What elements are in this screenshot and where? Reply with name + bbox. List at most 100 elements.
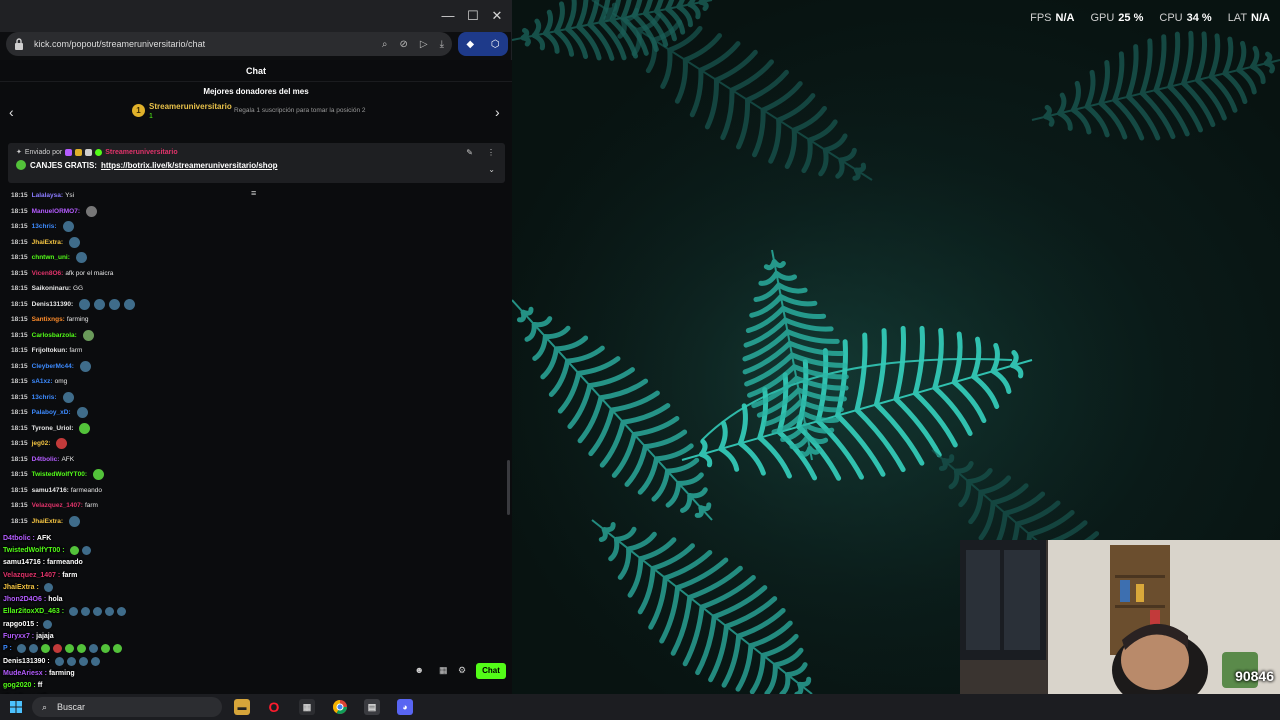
message-text: afk por el maicra — [65, 269, 114, 277]
overlay-text: jajaja — [36, 633, 54, 641]
overlay-username: gog2020 : — [3, 682, 36, 690]
taskbar-search[interactable]: ⌕ Buscar — [32, 697, 222, 717]
vpn-icon[interactable]: ⊘ — [399, 39, 407, 50]
chrome-icon[interactable] — [332, 699, 348, 715]
message-username[interactable]: Frijoltokun: — [32, 347, 68, 354]
message-username[interactable]: D4tbolic: — [32, 456, 60, 463]
search-icon: ⌕ — [42, 701, 48, 712]
lock-icon — [15, 38, 23, 50]
message-username[interactable]: Denis131390: — [32, 301, 74, 308]
store-icon[interactable]: ▦ — [439, 665, 448, 676]
file-explorer-icon[interactable]: ▬ — [234, 699, 250, 715]
send-icon[interactable]: ▷ — [420, 39, 428, 50]
emote-icon — [40, 644, 50, 654]
message-username[interactable]: sA1xz: — [32, 378, 53, 385]
chat-scrollbar[interactable] — [507, 460, 510, 515]
chat-message: 18:15 sA1xz: omg — [11, 374, 512, 390]
chat-message: 18:15 ManuelORMO7: — [11, 204, 512, 220]
extensions-pill[interactable]: ◆ ⬡ — [458, 32, 508, 56]
overlay-username: MudeAriesx : — [3, 669, 47, 677]
message-time: 18:15 — [11, 409, 28, 417]
pinned-link[interactable]: https://botrix.live/k/streameruniversita… — [101, 161, 278, 170]
maximize-button[interactable]: ☐ — [461, 8, 485, 24]
message-text: farm — [69, 347, 83, 355]
message-username[interactable]: ManuelORMO7: — [32, 208, 80, 215]
chat-message: 18:15 Denis131390: — [11, 297, 512, 313]
overlay-chat-line: samu14716 : farmeando — [0, 557, 260, 569]
perf-lat: LAT N/A — [1227, 12, 1270, 24]
overlay-chat-line: Velazquez_1407 : farm — [0, 569, 260, 581]
pinned-sender[interactable]: Streameruniversitario — [105, 149, 177, 156]
message-username[interactable]: Saikoninaru: — [32, 285, 71, 292]
extension-diamond-icon[interactable]: ◆ — [466, 39, 474, 50]
overlay-username: Jhon2D4O6 : — [3, 596, 47, 604]
calculator-icon[interactable]: ▤ — [364, 699, 380, 715]
chat-message: 18:15 Palaboy_xD: — [11, 405, 512, 421]
message-username[interactable]: Vicen8O6: — [32, 270, 64, 277]
minimize-button[interactable]: — — [436, 8, 460, 23]
zoom-icon[interactable]: ⌕ — [382, 39, 388, 50]
message-username[interactable]: 13chris: — [32, 223, 57, 230]
window-titlebar[interactable]: — ☐ ✕ — [0, 0, 511, 32]
message-username[interactable]: jeg02: — [32, 440, 51, 447]
emote-icon — [62, 221, 74, 233]
message-username[interactable]: TwistedWolfYT00: — [32, 471, 87, 478]
message-username[interactable]: samu14716: — [32, 487, 69, 494]
settings-gear-icon[interactable]: ⚙ — [458, 665, 466, 676]
expand-chevron-icon[interactable]: ⌄ — [488, 165, 495, 174]
unpin-icon[interactable]: ✎ — [466, 148, 473, 157]
viewer-counter: 90846 — [1235, 668, 1274, 684]
message-username[interactable]: JhaiExtra: — [32, 518, 63, 525]
message-username[interactable]: 13chris: — [32, 394, 57, 401]
emote-icon — [100, 644, 110, 654]
message-time: 18:15 — [11, 440, 28, 448]
chat-message: 18:15 JhaiExtra: — [11, 514, 512, 530]
extension-cube-icon[interactable]: ⬡ — [491, 39, 500, 50]
send-chat-button[interactable]: Chat — [476, 663, 506, 679]
overlay-chat-line: rapgo015 : — [0, 618, 260, 630]
next-arrow-icon[interactable]: › — [495, 104, 500, 120]
overlay-username: samu14716 : — [3, 559, 46, 567]
emote-icon — [75, 252, 87, 264]
download-icon[interactable]: ⤓ — [440, 39, 444, 50]
overlay-text: farming — [48, 669, 75, 677]
emote-icon — [94, 298, 106, 310]
message-username[interactable]: Carlosbarzola: — [32, 332, 77, 339]
emoji-icon[interactable]: ☻ — [415, 665, 424, 675]
overlay-chat-line: TwistedWolfYT00 : — [0, 544, 260, 556]
chat-message: 18:15 13chris: — [11, 219, 512, 235]
badge-icon — [75, 148, 83, 156]
overlay-chat-line: P : — [0, 643, 260, 655]
overlay-username: Velazquez_1407 : — [3, 571, 61, 579]
discord-icon[interactable]: ◕ — [397, 699, 413, 715]
emote-icon — [16, 644, 26, 654]
overlay-username: Ellar2itoxXD_463 : — [3, 608, 65, 616]
emote-icon — [52, 644, 62, 654]
message-username[interactable]: Lalalaysa: — [32, 192, 63, 199]
app-grid-icon[interactable]: ▦ — [299, 699, 315, 715]
chat-title: Chat — [0, 60, 512, 82]
message-username[interactable]: Palaboy_xD: — [32, 409, 71, 416]
emote-icon — [69, 236, 81, 248]
opera-browser-icon[interactable]: O — [266, 699, 282, 715]
overlay-text: hola — [48, 596, 63, 604]
message-text: farming — [66, 316, 89, 324]
message-username[interactable]: chntwn_uni: — [32, 254, 70, 261]
windows-start-icon[interactable] — [10, 701, 22, 713]
chat-message: 18:15 Carlosbarzola: — [11, 328, 512, 344]
message-username[interactable]: Velazquez_1407: — [32, 502, 83, 509]
prev-arrow-icon[interactable]: ‹ — [9, 104, 14, 120]
message-username[interactable]: CleyberMc44: — [32, 363, 74, 370]
message-username[interactable]: JhaiExtra: — [32, 239, 63, 246]
emote-icon — [88, 644, 98, 654]
address-bar[interactable]: kick.com/popout/streameruniversitario/ch… — [6, 32, 452, 56]
overlay-username: Furyxx7 : — [3, 633, 35, 641]
overlay-username: rapgo015 : — [3, 620, 39, 628]
more-options-icon[interactable]: ⋮ — [487, 148, 495, 157]
close-button[interactable]: ✕ — [485, 8, 509, 24]
donors-carousel: ‹ 1 Streameruniversitario 1 Regala 1 sus… — [0, 100, 512, 128]
message-username[interactable]: Santixngs: — [32, 316, 65, 323]
message-username[interactable]: Tyrone_Uriol: — [32, 425, 74, 432]
top-donor-name[interactable]: Streameruniversitario — [149, 102, 232, 111]
message-time: 18:15 — [11, 269, 28, 277]
